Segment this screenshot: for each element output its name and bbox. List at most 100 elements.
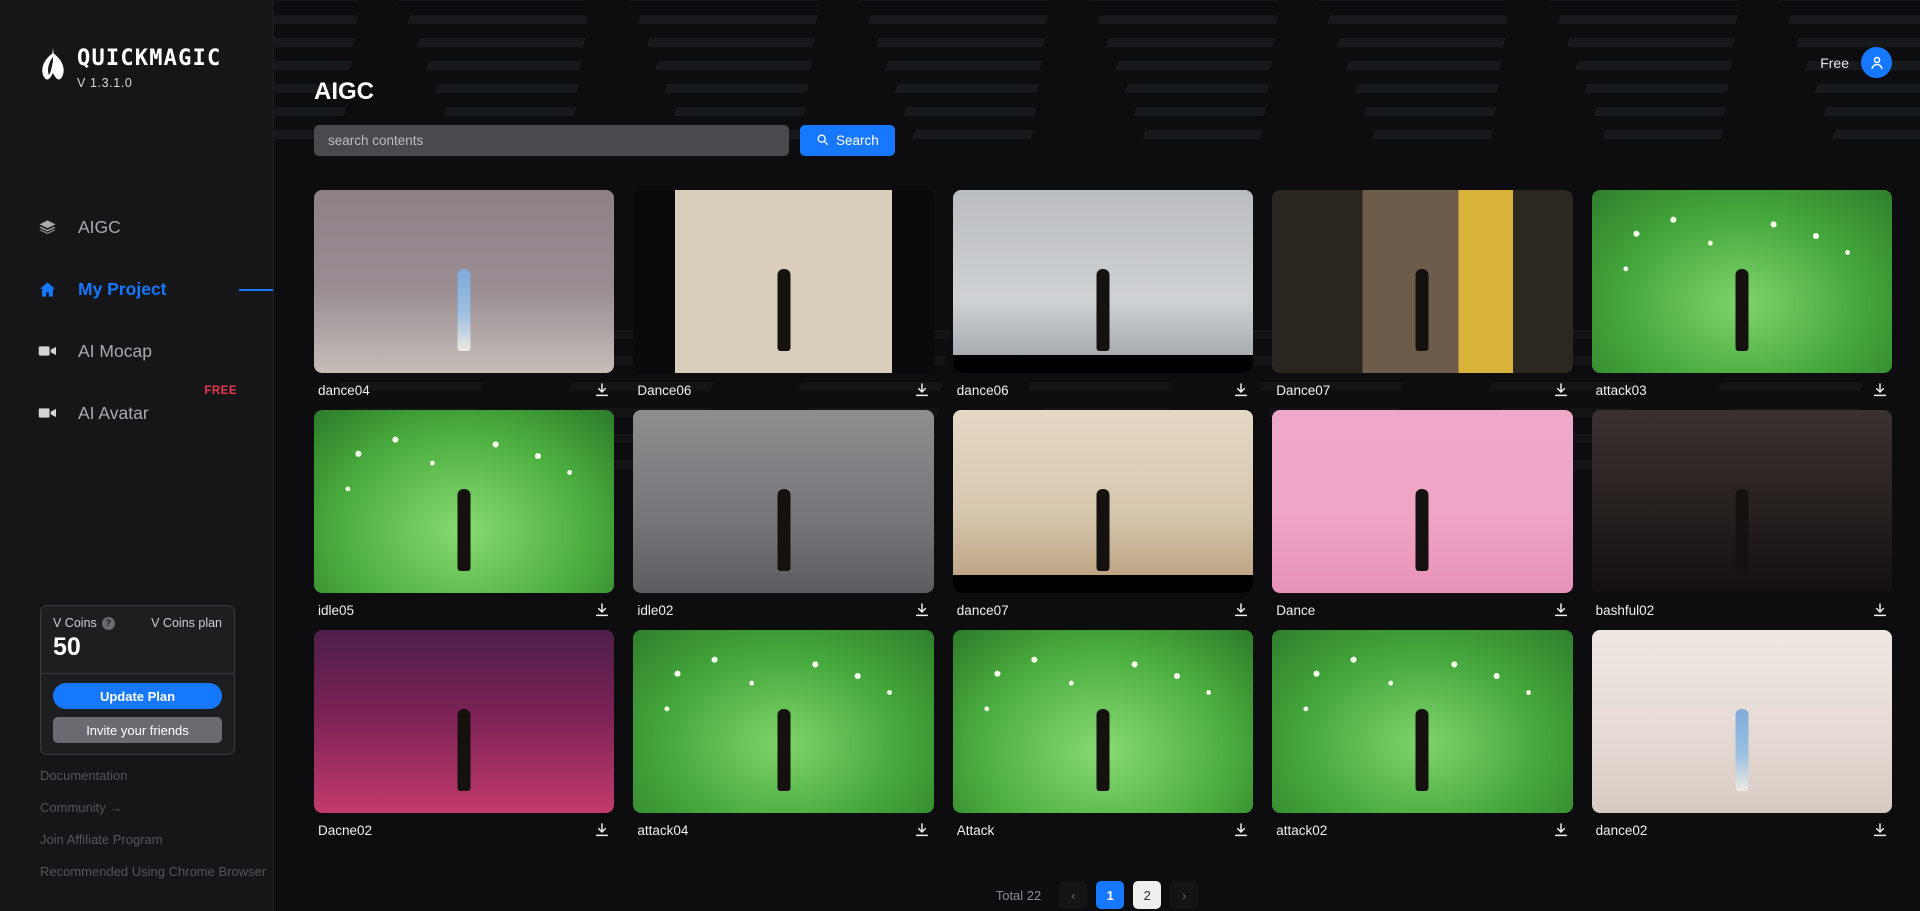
card-thumbnail[interactable]: [952, 630, 1254, 813]
figure-silhouette: [1735, 268, 1749, 352]
card-thumbnail[interactable]: [1272, 190, 1573, 373]
card-thumbnail[interactable]: [952, 190, 1254, 373]
content-card[interactable]: dance07: [952, 410, 1254, 618]
card-thumbnail[interactable]: [1591, 630, 1892, 813]
v-coins-label-text: V Coins: [53, 616, 97, 630]
sidebar-item-aigc[interactable]: AIGC: [0, 196, 273, 258]
search-button[interactable]: Search: [800, 125, 895, 156]
content-card[interactable]: idle05: [314, 410, 615, 618]
card-thumbnail[interactable]: [1591, 410, 1892, 593]
figure-silhouette: [1096, 708, 1110, 792]
card-title: attack03: [1595, 382, 1647, 398]
content-card[interactable]: attack03: [1591, 190, 1892, 398]
card-title: dance04: [318, 382, 370, 398]
figure-silhouette: [457, 268, 471, 352]
download-icon[interactable]: [914, 382, 930, 398]
sidebar-footer-links: Documentation Community → Join Affiliate P…: [40, 768, 266, 879]
download-icon[interactable]: [1233, 822, 1249, 838]
download-icon[interactable]: [914, 602, 930, 618]
brand: QUICKMAGIC V 1.3.1.0: [36, 48, 221, 90]
search-input[interactable]: [314, 125, 789, 156]
download-icon[interactable]: [1872, 822, 1888, 838]
sidebar-item-label: AI Avatar: [78, 402, 149, 423]
thumbnail-image: [1272, 410, 1573, 593]
page-button-1[interactable]: 1: [1096, 881, 1125, 909]
figure-silhouette: [457, 708, 471, 792]
figure-silhouette: [1096, 488, 1110, 572]
chevron-left-icon[interactable]: ‹: [1059, 881, 1088, 909]
content-card[interactable]: Dance07: [1272, 190, 1573, 398]
search-row: Search: [314, 125, 895, 156]
content-card[interactable]: Dance: [1272, 410, 1573, 618]
figure-silhouette: [1735, 488, 1749, 572]
download-icon[interactable]: [1553, 602, 1569, 618]
download-icon[interactable]: [1233, 602, 1249, 618]
content-card[interactable]: Dacne02: [314, 630, 615, 838]
card-thumbnail[interactable]: [633, 190, 934, 373]
card-thumbnail[interactable]: [1591, 190, 1892, 373]
thumbnail-image: [1591, 190, 1892, 373]
card-title: Dance: [1276, 602, 1316, 618]
search-button-label: Search: [836, 133, 879, 148]
content-card[interactable]: attack04: [633, 630, 934, 838]
thumbnail-image: [1591, 630, 1892, 813]
download-icon[interactable]: [1553, 822, 1569, 838]
main-content: Free AIGC Search: [274, 0, 1920, 911]
v-coins-plan-label[interactable]: V Coins plan: [151, 616, 222, 630]
sidebar-item-label: My Project: [78, 278, 167, 299]
card-thumbnail[interactable]: [952, 410, 1254, 593]
page-title: AIGC: [314, 78, 374, 105]
chevron-right-icon[interactable]: ›: [1170, 881, 1199, 909]
download-icon[interactable]: [1872, 602, 1888, 618]
card-thumbnail[interactable]: [314, 190, 615, 373]
content-card[interactable]: bashful02: [1591, 410, 1892, 618]
card-title: idle05: [318, 602, 355, 618]
download-icon[interactable]: [594, 822, 610, 838]
thumbnail-image: [633, 190, 934, 373]
thumbnail-image: [952, 410, 1254, 593]
content-card[interactable]: dance02: [1591, 630, 1892, 838]
question-mark-icon[interactable]: ?: [101, 616, 115, 630]
card-thumbnail[interactable]: [1272, 630, 1573, 813]
brand-version: V 1.3.1.0: [77, 76, 133, 90]
sidebar-item-my-project[interactable]: My Project: [0, 258, 273, 320]
v-coins-value: 50: [53, 633, 81, 661]
sidebar-item-ai-mocap[interactable]: AI Mocap: [0, 320, 273, 382]
download-icon[interactable]: [594, 382, 610, 398]
download-icon[interactable]: [914, 822, 930, 838]
content-card[interactable]: dance04: [314, 190, 615, 398]
footer-link[interactable]: Documentation: [40, 768, 266, 783]
footer-link[interactable]: Community →: [40, 800, 266, 815]
content-card[interactable]: dance06: [952, 190, 1254, 398]
sidebar-item-ai-avatar[interactable]: AI Avatar FREE: [0, 382, 273, 444]
card-thumbnail[interactable]: [314, 630, 615, 813]
download-icon[interactable]: [594, 602, 610, 618]
download-icon[interactable]: [1553, 382, 1569, 398]
card-title: Dance06: [637, 382, 692, 398]
footer-link[interactable]: Recommended Using Chrome Browser: [40, 864, 266, 879]
pagination: Total 22 ‹ 1 2 ›: [274, 881, 1920, 909]
figure-silhouette: [1415, 488, 1429, 572]
thumbnail-image: [314, 190, 615, 373]
download-icon[interactable]: [1233, 382, 1249, 398]
update-plan-button[interactable]: Update Plan: [53, 683, 222, 709]
card-title: Attack: [956, 822, 995, 838]
invite-friends-button[interactable]: Invite your friends: [53, 717, 222, 743]
card-thumbnail[interactable]: [314, 410, 615, 593]
sidebar-item-label: AI Mocap: [78, 340, 152, 361]
page-button-2[interactable]: 2: [1133, 881, 1162, 909]
download-icon[interactable]: [1872, 382, 1888, 398]
content-card[interactable]: idle02: [633, 410, 934, 618]
content-grid: dance04 Dance06 dance06 Dance07 attack03…: [314, 190, 1892, 838]
content-card[interactable]: Dance06: [633, 190, 934, 398]
card-thumbnail[interactable]: [633, 410, 934, 593]
layers-icon: [38, 218, 64, 237]
content-card[interactable]: attack02: [1272, 630, 1573, 838]
card-title: dance06: [956, 382, 1009, 398]
footer-link[interactable]: Join Affiliate Program: [40, 832, 266, 847]
content-card[interactable]: Attack: [952, 630, 1254, 838]
user-avatar-icon[interactable]: [1861, 47, 1892, 78]
card-title: idle02: [637, 602, 674, 618]
card-thumbnail[interactable]: [633, 630, 934, 813]
card-thumbnail[interactable]: [1272, 410, 1573, 593]
